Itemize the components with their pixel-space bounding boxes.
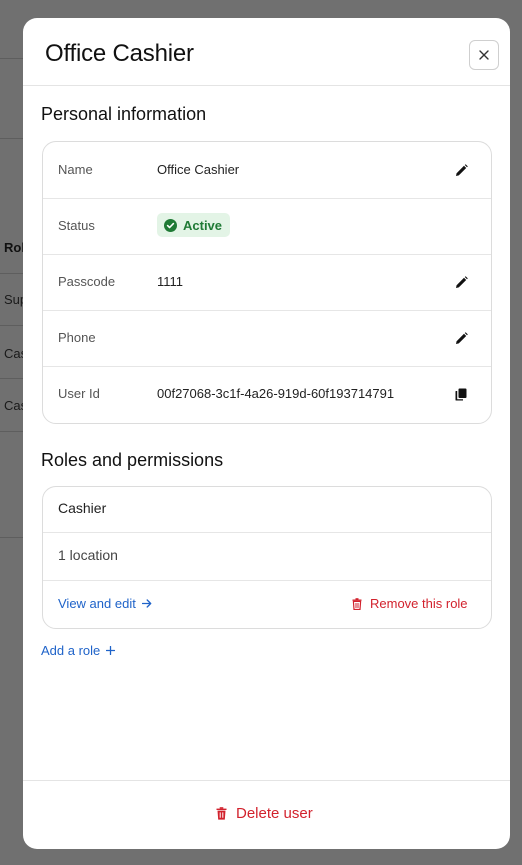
delete-user-button[interactable]: Delete user bbox=[216, 805, 313, 822]
info-value: 00f27068-3c1f-4a26-919d-60f193714791 bbox=[157, 386, 395, 401]
modal-footer: Delete user bbox=[23, 780, 510, 849]
pencil-icon bbox=[455, 331, 468, 344]
role-locations: 1 location bbox=[58, 547, 118, 563]
trash-icon bbox=[216, 807, 227, 820]
info-label: Status bbox=[58, 218, 95, 233]
remove-role-button[interactable]: Remove this role bbox=[352, 596, 468, 611]
role-card: Cashier 1 location View and edit Remove … bbox=[42, 486, 492, 629]
close-icon bbox=[479, 50, 489, 60]
copy-user-id-button[interactable] bbox=[451, 384, 471, 404]
modal-header: Office Cashier bbox=[23, 18, 510, 86]
info-value: 1111 bbox=[157, 274, 184, 289]
info-row-user-id: User Id 00f27068-3c1f-4a26-919d-60f19371… bbox=[43, 366, 491, 422]
personal-info-card: Name Office Cashier Status Active Passco… bbox=[42, 141, 492, 424]
user-detail-modal: Office Cashier Personal information Name… bbox=[23, 18, 510, 849]
role-name: Cashier bbox=[58, 500, 107, 516]
edit-phone-button[interactable] bbox=[451, 328, 471, 348]
close-button[interactable] bbox=[469, 40, 499, 70]
role-locations-row: 1 location bbox=[43, 532, 491, 581]
edit-name-button[interactable] bbox=[451, 160, 471, 180]
edit-passcode-button[interactable] bbox=[451, 272, 471, 292]
modal-title: Office Cashier bbox=[45, 40, 194, 67]
view-and-edit-label: View and edit bbox=[58, 596, 136, 611]
info-label: Name bbox=[58, 162, 93, 177]
arrow-right-icon bbox=[141, 599, 152, 608]
background-row-text: Sup bbox=[4, 292, 24, 307]
info-row-passcode: Passcode 1111 bbox=[43, 254, 491, 311]
add-role-button[interactable]: Add a role bbox=[41, 643, 116, 658]
plus-icon bbox=[106, 646, 116, 655]
delete-user-label: Delete user bbox=[236, 805, 313, 822]
trash-icon bbox=[352, 597, 362, 610]
info-value: Office Cashier bbox=[157, 162, 240, 177]
roles-heading: Roles and permissions bbox=[41, 450, 224, 470]
info-label: Phone bbox=[58, 330, 96, 345]
info-label: User Id bbox=[58, 386, 100, 401]
check-circle-icon bbox=[164, 218, 177, 232]
personal-info-heading: Personal information bbox=[41, 104, 207, 124]
add-role-label: Add a role bbox=[41, 643, 101, 658]
copy-icon bbox=[455, 388, 467, 400]
pencil-icon bbox=[455, 163, 468, 176]
view-and-edit-link[interactable]: View and edit bbox=[58, 596, 152, 611]
status-text: Active bbox=[183, 217, 223, 233]
info-label: Passcode bbox=[58, 274, 116, 289]
pencil-icon bbox=[455, 275, 468, 288]
info-row-phone: Phone bbox=[43, 310, 491, 367]
info-row-name: Name Office Cashier bbox=[43, 142, 491, 199]
info-row-status: Status Active bbox=[43, 198, 491, 255]
background-row-text: Cas bbox=[4, 346, 24, 361]
background-roles-header: Rol bbox=[4, 240, 24, 255]
role-name-row: Cashier bbox=[43, 487, 491, 533]
remove-role-label: Remove this role bbox=[370, 596, 468, 611]
background-row-text: Cas bbox=[4, 398, 24, 413]
status-badge: Active bbox=[157, 213, 231, 237]
